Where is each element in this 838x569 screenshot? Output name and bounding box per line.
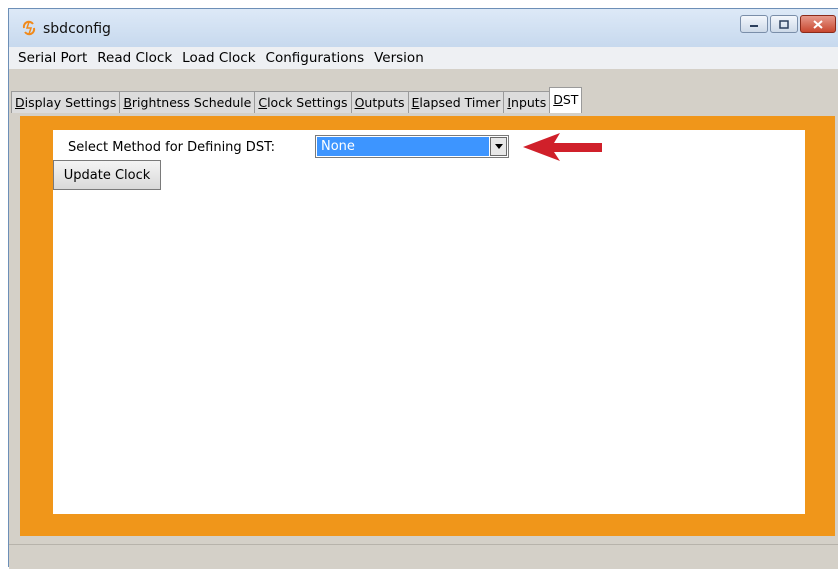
annotation-arrow-icon xyxy=(523,133,602,161)
tab-content-area: Select Method for Defining DST: None Upd… xyxy=(20,116,835,536)
menu-configurations[interactable]: Configurations xyxy=(261,50,370,66)
tab-outputs[interactable]: Outputs xyxy=(350,91,409,113)
menu-load-clock[interactable]: Load Clock xyxy=(177,50,260,66)
tab-label-mnemonic: B xyxy=(123,95,132,110)
chevron-down-icon xyxy=(494,144,503,149)
tab-display-settings[interactable]: Display Settings xyxy=(11,91,121,113)
dst-method-selected-value: None xyxy=(317,137,489,156)
maximize-button[interactable] xyxy=(770,15,798,33)
tab-bar: Display Settings Brightness Schedule Clock… xyxy=(9,69,838,113)
tab-label: rightness Schedule xyxy=(131,95,252,110)
app-window: sbdconfig Serial Port Read Clock Load Cl… xyxy=(8,8,838,569)
minimize-icon xyxy=(750,25,758,27)
title-bar[interactable]: sbdconfig xyxy=(9,9,838,47)
tab-label-mnemonic: O xyxy=(354,95,365,110)
minimize-button[interactable] xyxy=(740,15,768,33)
dst-method-select[interactable]: None xyxy=(315,135,509,158)
close-button[interactable] xyxy=(800,15,836,33)
tab-label: lapsed Timer xyxy=(419,95,501,110)
close-icon xyxy=(813,19,823,29)
tab-label: isplay Settings xyxy=(24,95,117,110)
tab-label-mnemonic: D xyxy=(15,95,25,110)
dst-panel: Select Method for Defining DST: None Upd… xyxy=(53,130,805,514)
tab-label-mnemonic: C xyxy=(258,95,268,110)
menu-bar: Serial Port Read Clock Load Clock Config… xyxy=(9,47,838,69)
update-clock-button[interactable]: Update Clock xyxy=(53,160,161,190)
tab-clock-settings[interactable]: Clock Settings xyxy=(254,91,352,113)
tab-label-mnemonic: D xyxy=(553,92,563,107)
menu-serial-port[interactable]: Serial Port xyxy=(13,50,92,66)
tab-elapsed-timer[interactable]: Elapsed Timer xyxy=(407,91,505,113)
tab-brightness-schedule[interactable]: Brightness Schedule xyxy=(119,91,256,113)
maximize-icon xyxy=(779,19,789,29)
menu-version[interactable]: Version xyxy=(369,50,429,66)
tab-label: ST xyxy=(562,92,579,107)
tab-label: lock Settings xyxy=(267,95,348,110)
window-title: sbdconfig xyxy=(43,21,111,37)
tab-inputs[interactable]: Inputs xyxy=(503,91,551,113)
app-logo-icon xyxy=(22,20,36,36)
dst-method-label: Select Method for Defining DST: xyxy=(68,140,275,155)
tab-label: nputs xyxy=(511,95,547,110)
tab-dst[interactable]: DST xyxy=(549,87,583,113)
dropdown-button[interactable] xyxy=(490,137,507,156)
tab-label: utputs xyxy=(364,95,405,110)
status-bar xyxy=(9,544,838,569)
menu-read-clock[interactable]: Read Clock xyxy=(92,50,177,66)
